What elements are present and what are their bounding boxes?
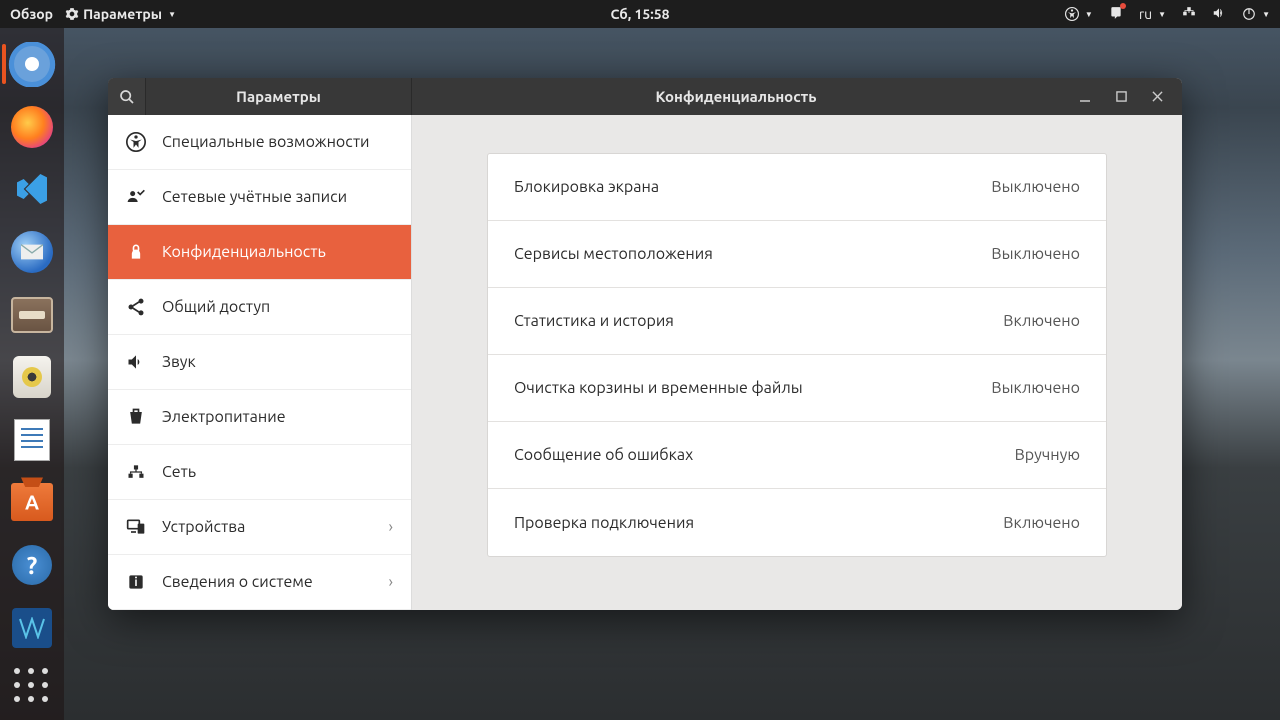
sidebar-item-label: Электропитание xyxy=(162,408,286,426)
settings-window: Параметры Конфиденциальность Специальные… xyxy=(108,78,1182,610)
dock-app-software[interactable]: A xyxy=(8,480,56,525)
activities-button[interactable]: Обзор xyxy=(10,6,53,22)
info-icon: i xyxy=(126,572,146,592)
chevron-right-icon: › xyxy=(389,518,394,536)
clock[interactable]: Сб, 15:58 xyxy=(610,6,669,22)
dock-app-vscode[interactable] xyxy=(8,167,56,212)
dock-app-chromium[interactable] xyxy=(8,42,56,87)
accounts-icon xyxy=(126,187,146,207)
privacy-row[interactable]: Сообщение об ошибках Вручную xyxy=(488,422,1106,489)
sidebar-item-info[interactable]: i Сведения о системе › xyxy=(108,555,411,610)
sidebar-item-accessibility[interactable]: Специальные возможности xyxy=(108,115,411,170)
sidebar-item-label: Звук xyxy=(162,353,196,371)
gear-icon xyxy=(65,7,79,21)
sidebar-title: Параметры xyxy=(146,78,412,115)
minimize-button[interactable] xyxy=(1078,90,1092,104)
sidebar-item-devices[interactable]: Устройства › xyxy=(108,500,411,555)
close-button[interactable] xyxy=(1150,90,1164,104)
privacy-icon xyxy=(126,242,146,262)
dock: A ? xyxy=(0,28,64,720)
row-status: Выключено xyxy=(991,379,1080,397)
sidebar-item-label: Общий доступ xyxy=(162,298,270,316)
row-status: Выключено xyxy=(991,178,1080,196)
sidebar-item-label: Конфиденциальность xyxy=(162,243,326,261)
power-icon xyxy=(126,407,146,427)
sidebar-item-sharing[interactable]: Общий доступ xyxy=(108,280,411,335)
dock-app-help[interactable]: ? xyxy=(8,543,56,588)
row-label: Блокировка экрана xyxy=(514,178,659,196)
input-source-menu[interactable]: ru ▼ xyxy=(1139,6,1166,22)
dock-app-virtualbox[interactable] xyxy=(8,605,56,650)
sidebar-item-network[interactable]: Сеть xyxy=(108,445,411,500)
show-apps-button[interactable] xyxy=(14,668,50,704)
dock-app-thunderbird[interactable] xyxy=(8,230,56,275)
privacy-row[interactable]: Блокировка экрана Выключено xyxy=(488,154,1106,221)
row-status: Включено xyxy=(1003,312,1080,330)
notification-icon[interactable] xyxy=(1109,6,1123,23)
sidebar-item-label: Сеть xyxy=(162,463,196,481)
row-label: Сервисы местоположения xyxy=(514,245,713,263)
privacy-row[interactable]: Очистка корзины и временные файлы Выключе… xyxy=(488,355,1106,422)
row-status: Включено xyxy=(1003,514,1080,532)
row-label: Проверка подключения xyxy=(514,514,694,532)
privacy-list: Блокировка экранаВыключеноСервисы местоп… xyxy=(487,153,1107,557)
dock-app-files[interactable] xyxy=(8,292,56,337)
row-label: Очистка корзины и временные файлы xyxy=(514,379,803,397)
input-source-label: ru xyxy=(1139,6,1152,22)
privacy-row[interactable]: Сервисы местоположения Выключено xyxy=(488,221,1106,288)
chevron-right-icon: › xyxy=(389,573,394,591)
network-icon xyxy=(126,462,146,482)
privacy-row[interactable]: Проверка подключения Включено xyxy=(488,489,1106,556)
titlebar: Параметры Конфиденциальность xyxy=(108,78,1182,115)
devices-icon xyxy=(126,517,146,537)
dock-app-rhythmbox[interactable] xyxy=(8,355,56,400)
sound-icon xyxy=(126,352,146,372)
top-bar: Обзор Параметры ▼ Сб, 15:58 ▼ ru ▼ xyxy=(0,0,1280,28)
row-label: Сообщение об ошибках xyxy=(514,446,693,464)
sidebar-item-sound[interactable]: Звук xyxy=(108,335,411,390)
panel-title: Конфиденциальность xyxy=(412,78,1060,115)
sidebar-item-label: Специальные возможности xyxy=(162,133,370,151)
sidebar: Специальные возможности Сетевые учётные з… xyxy=(108,115,412,610)
sidebar-item-power[interactable]: Электропитание xyxy=(108,390,411,445)
search-button[interactable] xyxy=(108,78,146,115)
maximize-button[interactable] xyxy=(1114,90,1128,104)
sidebar-item-label: Устройства xyxy=(162,518,245,536)
chevron-down-icon: ▼ xyxy=(168,10,176,19)
sidebar-item-label: Сетевые учётные записи xyxy=(162,188,347,206)
power-menu[interactable]: ▼ xyxy=(1242,7,1270,21)
sidebar-item-privacy[interactable]: Конфиденциальность xyxy=(108,225,411,280)
app-menu-label: Параметры xyxy=(83,6,162,22)
row-status: Выключено xyxy=(991,245,1080,263)
accessibility-icon xyxy=(126,132,146,152)
sidebar-item-accounts[interactable]: Сетевые учётные записи xyxy=(108,170,411,225)
row-label: Статистика и история xyxy=(514,312,674,330)
window-controls xyxy=(1060,78,1182,115)
network-icon[interactable] xyxy=(1182,6,1196,23)
sidebar-item-label: Сведения о системе xyxy=(162,573,313,591)
svg-text:i: i xyxy=(134,576,137,589)
row-status: Вручную xyxy=(1015,446,1080,464)
privacy-panel: Блокировка экранаВыключеноСервисы местоп… xyxy=(412,115,1182,610)
privacy-row[interactable]: Статистика и история Включено xyxy=(488,288,1106,355)
dock-app-libreoffice-writer[interactable] xyxy=(8,418,56,463)
app-menu[interactable]: Параметры ▼ xyxy=(65,6,176,22)
sharing-icon xyxy=(126,297,146,317)
volume-icon[interactable] xyxy=(1212,6,1226,23)
dock-app-firefox[interactable] xyxy=(8,105,56,150)
accessibility-menu[interactable]: ▼ xyxy=(1065,7,1093,21)
